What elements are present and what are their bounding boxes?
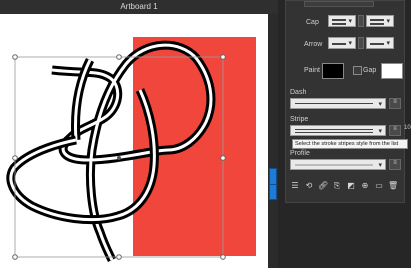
chevron-down-icon: ▾ [386,40,390,47]
cap-swap-button[interactable] [358,15,364,27]
chevron-down-icon: ▾ [378,128,382,135]
stripe-label: Stripe [290,116,309,123]
gap-checkbox[interactable] [353,66,362,75]
cap-label: Cap [306,19,319,26]
stripe-preview-line [295,129,373,130]
artboard-canvas[interactable] [0,14,268,268]
width-field[interactable] [304,1,374,7]
cap-start-select[interactable]: ▾ [328,15,356,27]
link-icon[interactable]: 🔗︎ [318,181,328,191]
add-icon[interactable]: ⊕ [360,181,370,191]
chevron-down-icon: ▾ [378,101,382,108]
stripe-select[interactable]: ▾ [290,125,386,136]
chevron-down-icon: ▾ [348,18,352,25]
dash-select[interactable]: ▾ [290,98,386,109]
stroke-toolbar: ☰ ⟲ 🔗︎ ⎘ ◩ ⊕ ▭ 🗑︎ [287,178,403,194]
profile-options-button[interactable]: ≡ [389,159,401,170]
chevron-down-icon: ▾ [348,40,352,47]
chevron-down-icon: ▾ [386,18,390,25]
chevron-down-icon: ▾ [378,162,382,169]
rotation-center[interactable] [117,156,121,160]
artwork[interactable] [0,14,268,268]
handle-top-left[interactable] [12,54,18,60]
options-icon[interactable]: ☰ [290,181,300,191]
profile-label: Profile [290,150,310,157]
handle-top-middle[interactable] [116,54,122,60]
stripe-options-button[interactable]: ≡ [389,125,401,136]
paint-swatch[interactable] [322,63,344,79]
copy-icon[interactable]: ⎘ [332,181,342,191]
convert-icon[interactable]: ⟲ [304,181,314,191]
handle-top-right[interactable] [220,54,226,60]
handle-bottom-right[interactable] [220,254,226,260]
profile-preview [295,164,373,166]
dash-options-button[interactable]: ≡ [389,98,401,109]
stripe-preview-line [295,132,373,133]
arrow-label: Arrow [304,41,323,48]
handle-middle-right[interactable] [220,155,226,161]
document-title-bar: Artboard 1 [0,0,278,14]
gap-label: Gap [363,67,377,74]
cap-end-select[interactable]: ▾ [366,15,394,27]
arrow-swap-button[interactable] [358,37,364,49]
handle-middle-left[interactable] [12,155,18,161]
gap-swatch[interactable] [381,63,403,79]
handle-bottom-left[interactable] [12,254,18,260]
arrow-end-select[interactable]: ▾ [366,37,394,49]
frame-icon[interactable]: ▭ [374,181,384,191]
profile-select[interactable]: ▾ [290,159,386,170]
arrow-start-select[interactable]: ▾ [328,37,356,49]
handle-bottom-middle[interactable] [116,254,122,260]
vertical-strip [268,14,278,268]
paint-label: Paint [304,67,320,74]
ruler-value: 100 [404,125,411,131]
stripe-tooltip: Select the stroke stripes style from the… [292,139,408,149]
document-title: Artboard 1 [120,2,158,11]
edge-tab-lower[interactable] [269,184,277,200]
duplicate-icon[interactable]: ◩ [346,181,356,191]
dash-preview [295,103,373,104]
dash-label: Dash [290,89,307,96]
delete-icon[interactable]: 🗑︎ [388,181,398,191]
stroke-panel: Cap ▾ ▾ Arrow ▾ ▾ Paint Gap Dash ▾ ≡ Str… [285,0,405,203]
